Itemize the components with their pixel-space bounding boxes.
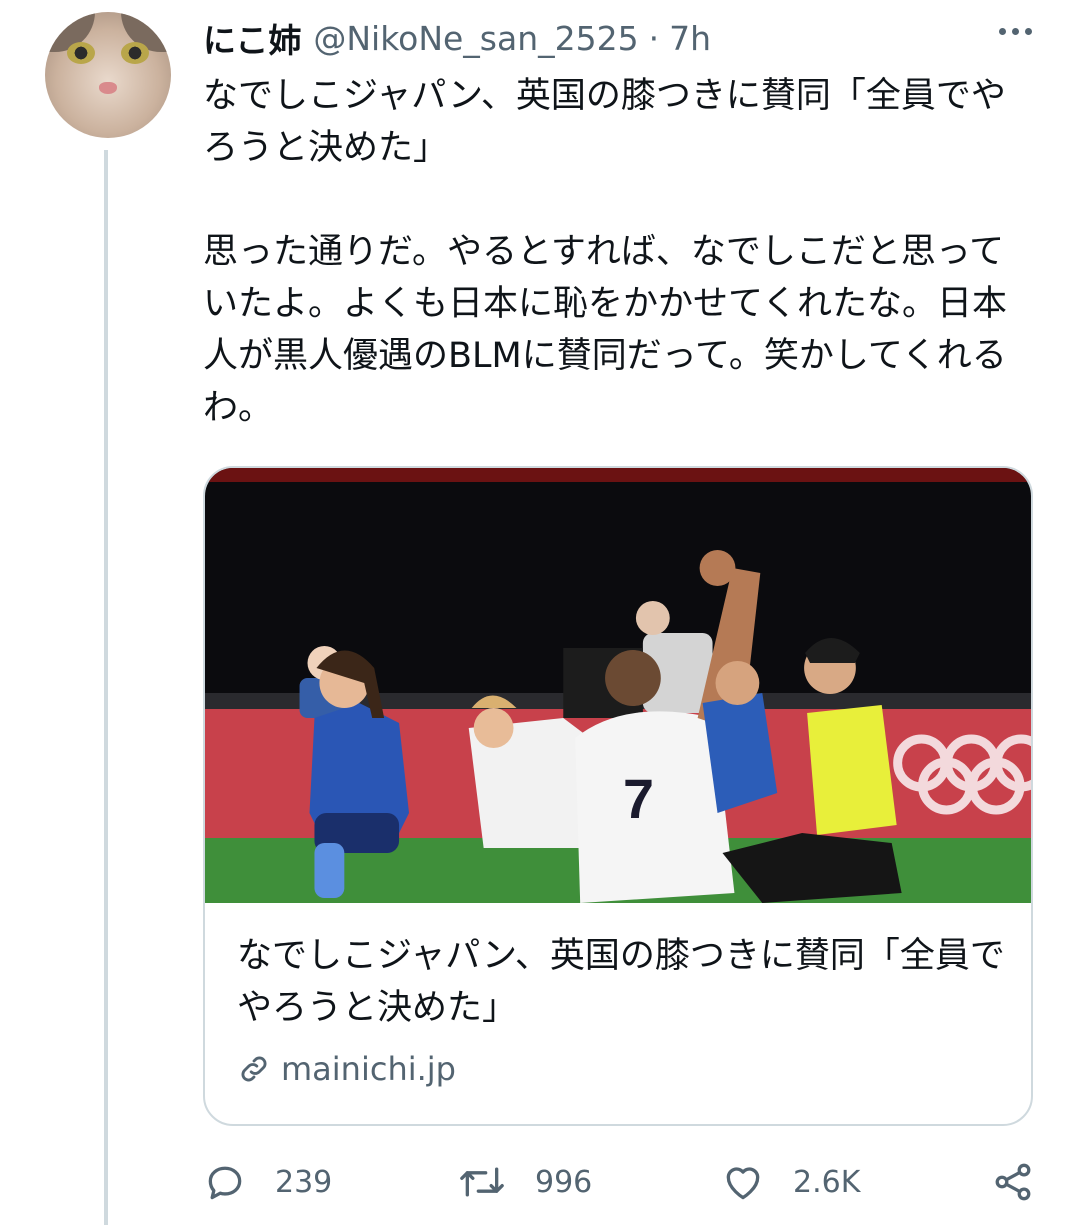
- link-preview-card[interactable]: 7 なでしこジャパン、英国の膝つきに賛同「全員でやろうと決めた」 mainich…: [203, 466, 1033, 1126]
- retweet-icon: [457, 1160, 507, 1204]
- card-domain-row[interactable]: mainichi.jp: [237, 1050, 456, 1088]
- display-name[interactable]: にこ姉: [203, 14, 301, 62]
- timestamp[interactable]: 7h: [669, 19, 711, 58]
- avatar-detail: [121, 42, 149, 64]
- reply-button[interactable]: 239: [203, 1160, 332, 1204]
- reply-icon: [203, 1160, 247, 1204]
- retweet-button[interactable]: 996: [457, 1160, 592, 1204]
- more-options-icon[interactable]: [999, 28, 1032, 35]
- card-photo: 7: [205, 468, 1031, 903]
- reply-count: 239: [275, 1164, 333, 1200]
- avatar-detail: [99, 82, 117, 94]
- link-icon: [237, 1052, 271, 1086]
- card-title[interactable]: なでしこジャパン、英国の膝つきに賛同「全員でやろうと決めた」: [237, 930, 1007, 1034]
- heart-icon: [721, 1160, 765, 1204]
- card-domain: mainichi.jp: [281, 1050, 456, 1088]
- share-button[interactable]: [991, 1160, 1035, 1204]
- user-handle[interactable]: @NikoNe_san_2525: [313, 19, 638, 58]
- svg-text:7: 7: [623, 767, 654, 830]
- tweet-actions: 239 996 2.6K: [203, 1160, 1043, 1210]
- like-count: 2.6K: [793, 1164, 861, 1200]
- avatar[interactable]: [45, 12, 171, 138]
- share-icon: [991, 1160, 1035, 1204]
- tweet-header: にこ姉 @NikoNe_san_2525 · 7h: [203, 14, 711, 62]
- like-button[interactable]: 2.6K: [721, 1160, 860, 1204]
- separator-dot: ·: [648, 18, 660, 58]
- retweet-count: 996: [535, 1164, 593, 1200]
- thread-connector-line: [104, 150, 108, 1225]
- tweet-text: なでしこジャパン、英国の膝つきに賛同「全員でやろうと決めた」 思った通りだ。やる…: [203, 76, 1007, 428]
- avatar-detail: [67, 42, 95, 64]
